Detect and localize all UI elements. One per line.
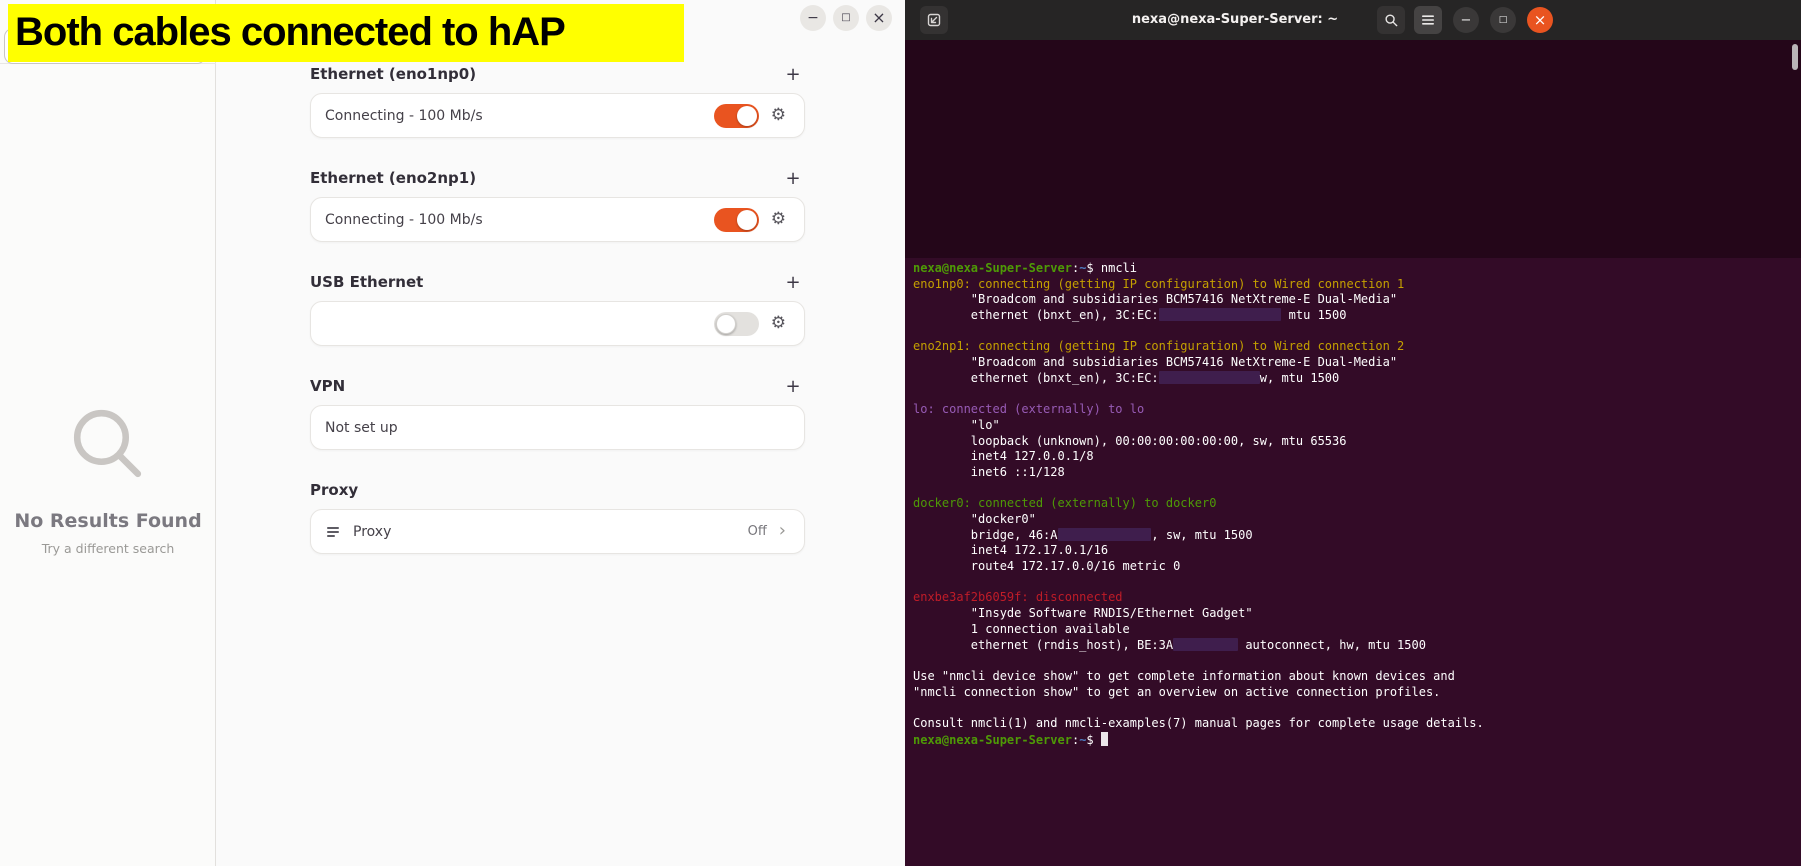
section-title: Proxy — [310, 481, 359, 499]
screen: − □ × No Results Found Try a different s… — [0, 0, 1801, 866]
add-connection-button[interactable]: + — [781, 168, 805, 189]
terminal-line: 1 connection available — [913, 621, 1130, 636]
add-vpn-button[interactable]: + — [781, 376, 805, 397]
section-usb-ethernet: USB Ethernet + ⚙ — [310, 272, 805, 346]
proxy-status: Off — [747, 524, 767, 539]
terminal-line: "docker0" — [913, 512, 1036, 526]
terminal-maximize-button[interactable]: □ — [1490, 7, 1516, 33]
terminal-line: ethernet (rndis_host), BE:3A autoconnect… — [913, 637, 1426, 652]
terminal-line: docker0: connected (externally) to docke… — [913, 496, 1217, 511]
connection-status-label: Connecting - 100 Mb/s — [325, 211, 483, 228]
terminal-minimize-button[interactable]: − — [1453, 7, 1479, 33]
settings-window: − □ × No Results Found Try a different s… — [0, 0, 905, 866]
no-results-title: No Results Found — [14, 510, 202, 532]
terminal-line: route4 172.17.0.0/16 metric 0 — [913, 559, 1181, 574]
section-title: Ethernet (eno1np0) — [310, 65, 477, 83]
terminal-titlebar: nexa@nexa-Super-Server: ~ − □ × — [905, 0, 1801, 40]
vpn-status-label: Not set up — [325, 419, 398, 436]
terminal-line: Use "nmcli device show" to get complete … — [913, 668, 1455, 683]
terminal-line: Consult nmcli(1) and nmcli-examples(7) m… — [913, 715, 1484, 730]
terminal-close-button[interactable]: × — [1527, 7, 1553, 33]
chevron-right-icon: › — [778, 519, 786, 541]
terminal-line: "lo" — [913, 417, 1000, 432]
ethernet-row: Connecting - 100 Mb/s ⚙ — [310, 197, 805, 242]
terminal-line: "Insyde Software RNDIS/Ethernet Gadget" — [913, 606, 1253, 621]
annotation-banner: Both cables connected to hAP — [8, 4, 684, 62]
terminal-cursor — [1100, 731, 1108, 746]
toggle-knob — [736, 105, 757, 126]
terminal-window: nexa@nexa-Super-Server: ~ − □ × nexa@nex… — [905, 0, 1801, 866]
close-button[interactable]: × — [866, 5, 892, 31]
terminal-line: inet4 172.17.0.1/16 — [913, 543, 1109, 558]
terminal-line: ethernet (bnxt_en), 3C:EC: mtu 1500 — [913, 308, 1347, 323]
section-title: VPN — [310, 377, 346, 395]
terminal-line: "Broadcom and subsidiaries BCM57416 NetX… — [913, 355, 1398, 370]
proxy-icon — [327, 526, 339, 537]
minimize-button[interactable]: − — [800, 5, 826, 31]
section-ethernet-eno2np1: Ethernet (eno2np1) + Connecting - 100 Mb… — [310, 168, 805, 242]
gear-icon[interactable]: ⚙ — [771, 315, 786, 332]
toggle-knob — [715, 313, 736, 334]
terminal-line: inet4 127.0.0.1/8 — [913, 449, 1094, 464]
terminal-empty-area — [905, 40, 1801, 258]
usb-ethernet-toggle[interactable] — [713, 311, 759, 336]
search-icon — [1384, 13, 1397, 26]
maximize-button[interactable]: □ — [833, 5, 859, 31]
terminal-line: loopback (unknown), 00:00:00:00:00:00, s… — [913, 433, 1347, 448]
terminal-scrollbar[interactable] — [1792, 40, 1800, 866]
terminal-line: eno2np1: connecting (getting IP configur… — [913, 339, 1405, 354]
proxy-label: Proxy — [353, 523, 392, 540]
ethernet-toggle[interactable] — [713, 103, 759, 128]
search-results-status: No Results Found Try a different search — [0, 402, 216, 556]
settings-window-controls: − □ × — [800, 5, 892, 31]
gear-icon[interactable]: ⚙ — [771, 211, 786, 228]
terminal-output: nexa@nexa-Super-Server:~$ nmcli eno1np0: … — [913, 261, 1484, 747]
settings-sidebar: No Results Found Try a different search — [0, 0, 216, 866]
add-connection-button[interactable]: + — [781, 272, 805, 293]
section-title: USB Ethernet — [310, 273, 424, 291]
section-title: Ethernet (eno2np1) — [310, 169, 477, 187]
redaction-box — [1173, 637, 1239, 651]
terminal-search-button[interactable] — [1377, 6, 1405, 34]
proxy-row[interactable]: Proxy Off › — [310, 509, 805, 554]
terminal-line: eno1np0: connecting (getting IP configur… — [913, 276, 1405, 291]
hamburger-menu-icon — [1422, 15, 1434, 25]
redaction-box — [1158, 308, 1282, 322]
terminal-line: nexa@nexa-Super-Server:~$ nmcli — [913, 261, 1137, 275]
section-proxy: Proxy Proxy Off › — [310, 480, 805, 554]
terminal-line: nexa@nexa-Super-Server:~$ — [913, 731, 1484, 748]
terminal-line: bridge, 46:A, sw, mtu 1500 — [913, 527, 1253, 542]
terminal-line: inet6 ::1/128 — [913, 464, 1065, 479]
ethernet-row: Connecting - 100 Mb/s ⚙ — [310, 93, 805, 138]
search-icon — [73, 409, 142, 478]
ethernet-toggle[interactable] — [713, 207, 759, 232]
add-connection-button[interactable]: + — [781, 64, 805, 85]
network-panel: Ethernet (eno1np0) + Connecting - 100 Mb… — [310, 64, 805, 584]
terminal-line: ethernet (bnxt_en), 3C:EC: w, mtu 1500 — [913, 370, 1340, 385]
toggle-knob — [736, 209, 757, 230]
terminal-line: "nmcli connection show" to get an overvi… — [913, 684, 1441, 699]
terminal-line: lo: connected (externally) to lo — [913, 402, 1145, 417]
vpn-row: Not set up — [310, 405, 805, 450]
connection-status-label: Connecting - 100 Mb/s — [325, 107, 483, 124]
terminal-line: enxbe3af2b6059f: disconnected — [913, 590, 1123, 605]
redaction-box — [1158, 370, 1260, 384]
redaction-box — [1057, 527, 1152, 541]
section-vpn: VPN + Not set up — [310, 376, 805, 450]
section-ethernet-eno1np0: Ethernet (eno1np0) + Connecting - 100 Mb… — [310, 64, 805, 138]
scrollbar-thumb[interactable] — [1792, 44, 1798, 70]
usb-ethernet-row: ⚙ — [310, 301, 805, 346]
gear-icon[interactable]: ⚙ — [771, 107, 786, 124]
no-results-hint: Try a different search — [41, 541, 175, 556]
terminal-menu-button[interactable] — [1414, 6, 1442, 34]
terminal-line: "Broadcom and subsidiaries BCM57416 NetX… — [913, 292, 1398, 307]
